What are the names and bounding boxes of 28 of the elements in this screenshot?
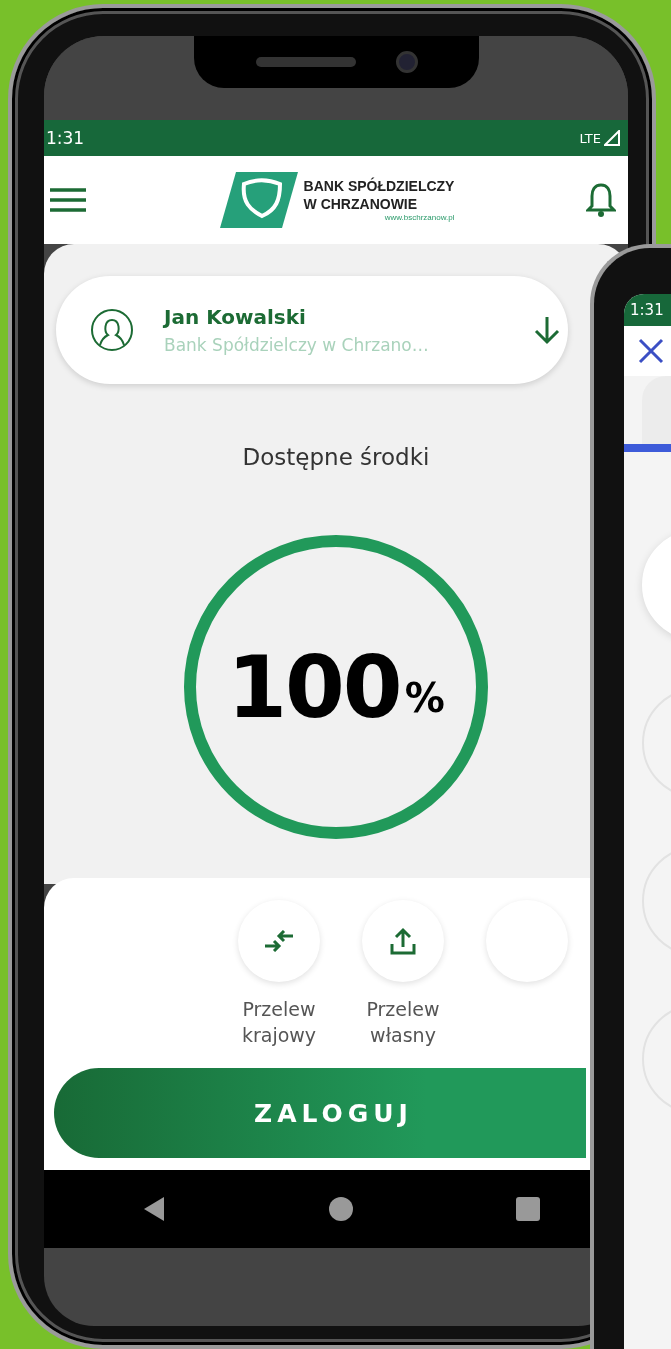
balance-value: 100 [227, 637, 401, 737]
quick-action-button[interactable] [362, 900, 444, 982]
arrow-down-icon[interactable] [534, 315, 560, 345]
user-icon [90, 308, 134, 352]
account-name: Jan Kowalski [164, 305, 307, 329]
balance-unit: % [404, 675, 445, 721]
logo-text: W CHRZANOWIE [303, 195, 419, 213]
bank-name: Bank Spółdzielczy w Chrzano… [164, 335, 430, 355]
quick-action-label: Przelew własny [365, 997, 441, 1048]
upload-icon [390, 927, 416, 955]
logo-text: BANK SPÓŁDZIELCZY [303, 177, 455, 195]
opposing-arrows-icon [263, 930, 295, 952]
balance-label: Dostępne środki [242, 444, 430, 470]
quick-action-label: Przelew krajowy [240, 997, 318, 1048]
network-label: LTE [579, 130, 601, 146]
camera-lens [395, 51, 418, 73]
menu-icon[interactable] [48, 187, 88, 213]
status-time: 1:31 [46, 128, 85, 148]
login-button[interactable]: ZALOGUJ [54, 1068, 586, 1158]
logo-url: www.bschrzanow.pl [384, 213, 455, 223]
back-button[interactable] [142, 1195, 166, 1223]
close-icon[interactable] [638, 338, 664, 364]
bell-icon[interactable] [586, 182, 616, 218]
account-card[interactable]: Jan Kowalski Bank Spółdzielczy w Chrzano… [56, 276, 568, 384]
logo-icon [219, 172, 298, 228]
signal-icon [604, 130, 620, 146]
status-time: 1:31 [630, 301, 664, 319]
home-button[interactable] [328, 1196, 354, 1222]
